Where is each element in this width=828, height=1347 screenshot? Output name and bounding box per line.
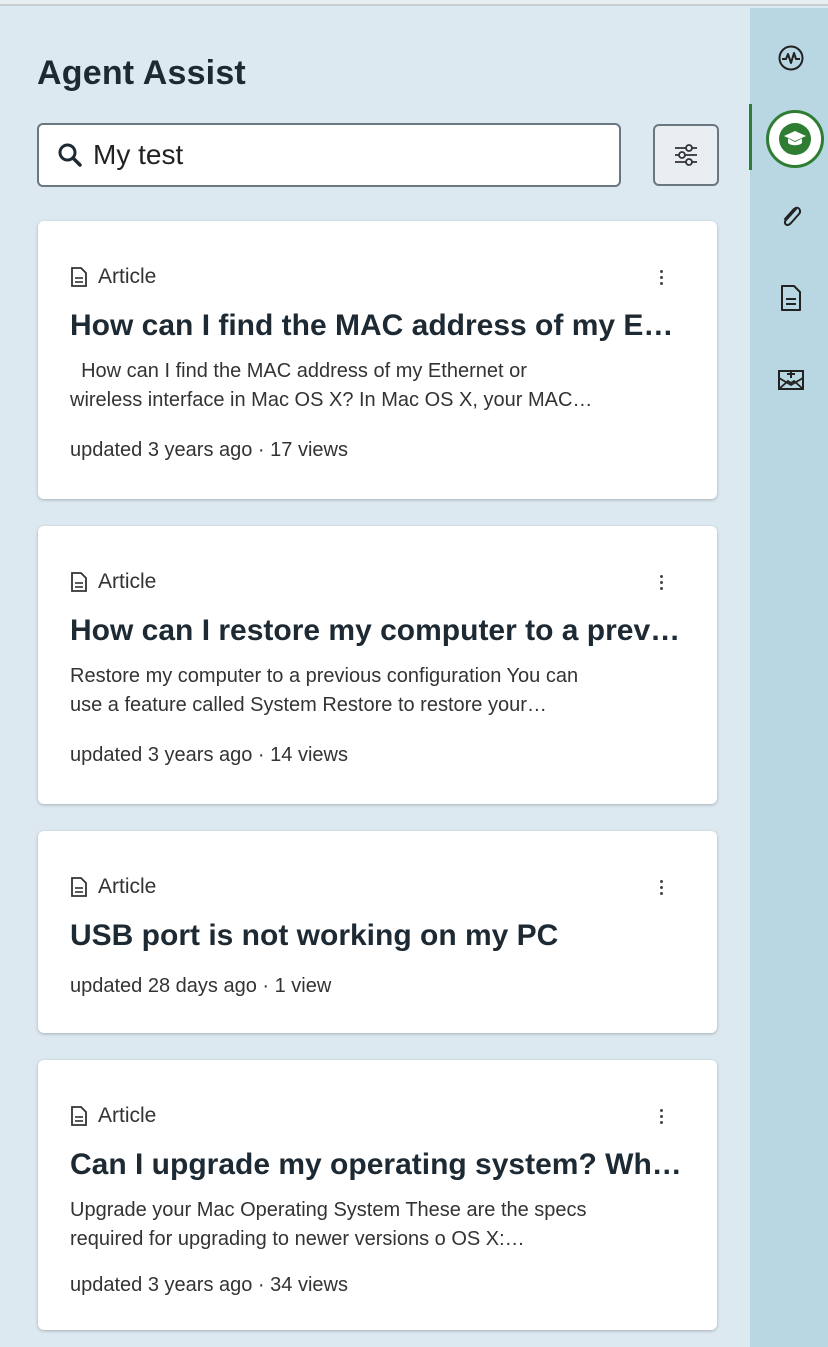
search-box[interactable] (37, 123, 621, 187)
rail-activity-button[interactable] (775, 42, 807, 74)
graduation-cap-icon (776, 120, 814, 158)
document-icon (71, 1106, 87, 1126)
card-meta: updated 3 years ago · 34 views (70, 1274, 348, 1296)
page-title: Agent Assist (37, 54, 246, 92)
document-icon (781, 285, 801, 311)
more-options-button[interactable] (655, 570, 667, 594)
rail-mail-button[interactable] (775, 362, 807, 394)
search-input[interactable] (93, 135, 573, 175)
rail-documents-button[interactable] (775, 282, 807, 314)
result-card[interactable]: Article Can I upgrade my operating syste… (38, 1060, 717, 1330)
card-title[interactable]: How can I restore my computer to a previ… (70, 614, 682, 648)
result-card[interactable]: Article USB port is not working on my PC… (38, 831, 717, 1033)
activity-icon (778, 45, 804, 71)
card-meta: updated 28 days ago · 1 view (70, 975, 332, 997)
description-line: use a feature called System Restore to r… (70, 694, 547, 716)
document-icon (71, 572, 87, 592)
document-icon (71, 267, 87, 287)
card-type-label: Article (98, 570, 157, 593)
card-type: Article (70, 1104, 156, 1128)
card-meta: updated 3 years ago · 14 views (70, 744, 348, 766)
card-type-label: Article (98, 265, 157, 288)
card-type-label: Article (98, 875, 157, 898)
card-title[interactable]: How can I find the MAC address of my Et… (70, 309, 682, 343)
more-options-button[interactable] (655, 875, 667, 899)
description-line: Upgrade your Mac Operating System These … (70, 1199, 587, 1221)
card-title[interactable]: USB port is not working on my PC (70, 919, 682, 953)
more-options-button[interactable] (655, 265, 667, 289)
document-icon (71, 877, 87, 897)
search-icon (58, 143, 82, 167)
paperclip-icon (783, 206, 801, 227)
filter-button[interactable] (653, 124, 719, 186)
window-top-border (0, 0, 828, 6)
card-description: Restore my computer to a previous config… (70, 662, 682, 720)
card-type: Article (70, 875, 156, 899)
card-description: How can I find the MAC address of my Eth… (70, 357, 682, 415)
rail-knowledge-button[interactable] (766, 110, 824, 168)
filter-sliders-icon (675, 144, 697, 166)
mail-add-icon (778, 370, 804, 390)
description-line: required for upgrading to newer versions… (70, 1228, 525, 1250)
card-type-label: Article (98, 1104, 157, 1127)
card-title[interactable]: Can I upgrade my operating system? Wha… (70, 1148, 682, 1182)
card-type: Article (70, 265, 156, 289)
active-tab-indicator (749, 104, 752, 170)
result-card[interactable]: Article How can I restore my computer to… (38, 526, 717, 804)
more-options-button[interactable] (655, 1104, 667, 1128)
card-meta: updated 3 years ago · 17 views (70, 439, 348, 461)
description-line: Restore my computer to a previous config… (70, 665, 579, 687)
result-card[interactable]: Article How can I find the MAC address o… (38, 221, 717, 499)
description-line: How can I find the MAC address of my Eth… (70, 360, 527, 382)
rail-attachments-button[interactable] (775, 200, 807, 232)
card-type: Article (70, 570, 156, 594)
description-line: wireless interface in Mac OS X? In Mac O… (70, 389, 593, 411)
card-description: Upgrade your Mac Operating System These … (70, 1196, 682, 1254)
